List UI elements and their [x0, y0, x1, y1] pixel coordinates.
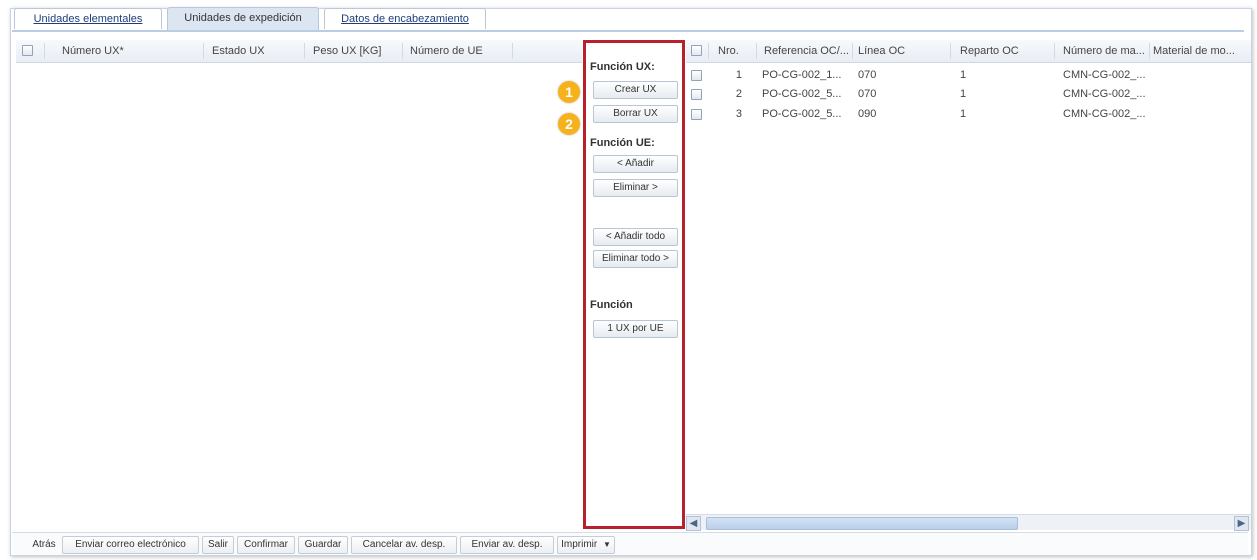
cell-reparto: 1: [960, 108, 967, 120]
cell-linea: 070: [858, 88, 877, 100]
scroll-left-icon[interactable]: ◀: [686, 516, 701, 531]
cancelar-aviso-button[interactable]: Cancelar av. desp.: [351, 536, 457, 554]
function-title: Función: [590, 299, 633, 311]
atras-button[interactable]: Atrás: [28, 536, 60, 554]
cell-nro: 2: [735, 88, 742, 100]
borrar-ux-button[interactable]: Borrar UX: [593, 105, 678, 123]
eliminar-todo-button[interactable]: Eliminar todo >: [593, 250, 678, 268]
right-grid-header: Nro. Referencia OC/... Línea OC Reparto …: [686, 40, 1251, 63]
column-separator: [1149, 43, 1150, 59]
scroll-right-icon[interactable]: ▶: [1234, 516, 1249, 531]
column-separator: [402, 43, 403, 59]
step-marker-1: 1: [558, 81, 580, 103]
ue-function-title: Función UE:: [590, 137, 655, 149]
cell-material: CMN-CG-002_...: [1063, 88, 1146, 100]
column-separator: [756, 43, 757, 59]
table-row[interactable]: 2 PO-CG-002_5... 070 1 CMN-CG-002_...: [686, 85, 1251, 104]
column-estado-ux[interactable]: Estado UX: [212, 40, 302, 62]
una-ux-por-ue-button[interactable]: 1 UX por UE: [593, 320, 678, 338]
cell-nro: 1: [735, 69, 742, 81]
row-checkbox[interactable]: [691, 70, 702, 81]
enviar-correo-button[interactable]: Enviar correo electrónico: [62, 536, 199, 554]
column-referencia-oc[interactable]: Referencia OC/...: [764, 40, 850, 62]
cell-material: CMN-CG-002_...: [1063, 69, 1146, 81]
table-row[interactable]: 3 PO-CG-002_5... 090 1 CMN-CG-002_...: [686, 105, 1251, 124]
confirmar-button[interactable]: Confirmar: [237, 536, 295, 554]
tab-unidades-elementales[interactable]: Unidades elementales: [14, 8, 162, 29]
column-reparto-oc[interactable]: Reparto OC: [960, 40, 1050, 62]
column-nro[interactable]: Nro.: [718, 40, 754, 62]
bottom-toolbar: Atrás Enviar correo electrónico Salir Co…: [12, 532, 1248, 555]
imprimir-label: Imprimir: [561, 539, 598, 550]
cell-linea: 090: [858, 108, 877, 120]
column-separator: [44, 43, 45, 59]
column-separator: [950, 43, 951, 59]
salir-button[interactable]: Salir: [202, 536, 234, 554]
cell-linea: 070: [858, 69, 877, 81]
anadir-todo-button[interactable]: < Añadir todo: [593, 228, 678, 246]
tab-datos-encabezamiento[interactable]: Datos de encabezamiento: [324, 8, 486, 29]
scroll-thumb[interactable]: [706, 517, 1018, 530]
imprimir-dropdown[interactable]: Imprimir ▼: [557, 536, 615, 554]
guardar-button[interactable]: Guardar: [298, 536, 348, 554]
cell-referencia: PO-CG-002_1...: [762, 69, 842, 81]
cell-reparto: 1: [960, 69, 967, 81]
column-numero-ux[interactable]: Número UX*: [62, 40, 202, 62]
left-grid-body: [16, 63, 582, 529]
column-linea-oc[interactable]: Línea OC: [858, 40, 938, 62]
tab-unidades-expedicion[interactable]: Unidades de expedición: [167, 7, 319, 30]
horizontal-scrollbar[interactable]: ◀ ▶: [686, 514, 1251, 531]
column-numero-ue[interactable]: Número de UE: [410, 40, 510, 62]
cell-nro: 3: [735, 108, 742, 120]
ux-function-title: Función UX:: [590, 61, 655, 73]
eliminar-button[interactable]: Eliminar >: [593, 179, 678, 197]
column-separator: [203, 43, 204, 59]
row-checkbox[interactable]: [691, 89, 702, 100]
cell-referencia: PO-CG-002_5...: [762, 108, 842, 120]
select-all-checkbox[interactable]: [22, 45, 33, 56]
function-panel: Función UX: Crear UX Borrar UX Función U…: [583, 40, 685, 529]
table-row[interactable]: 1 PO-CG-002_1... 070 1 CMN-CG-002_...: [686, 66, 1251, 85]
tab-strip: [12, 30, 1244, 32]
column-material-modelo[interactable]: Material de mo...: [1153, 40, 1243, 62]
select-all-checkbox[interactable]: [691, 45, 702, 56]
column-separator: [852, 43, 853, 59]
column-peso-ux[interactable]: Peso UX [KG]: [313, 40, 399, 62]
caret-down-icon: ▼: [602, 540, 611, 549]
cell-referencia: PO-CG-002_5...: [762, 88, 842, 100]
enviar-aviso-button[interactable]: Enviar av. desp.: [460, 536, 554, 554]
cell-reparto: 1: [960, 88, 967, 100]
column-separator: [1054, 43, 1055, 59]
column-separator: [512, 43, 513, 59]
left-grid-header: Número UX* Estado UX Peso UX [KG] Número…: [16, 40, 582, 63]
column-numero-material[interactable]: Número de ma...: [1063, 40, 1147, 62]
anadir-button[interactable]: < Añadir: [593, 155, 678, 173]
crear-ux-button[interactable]: Crear UX: [593, 81, 678, 99]
cell-material: CMN-CG-002_...: [1063, 108, 1146, 120]
column-separator: [708, 43, 709, 59]
step-marker-2: 2: [558, 113, 580, 135]
row-checkbox[interactable]: [691, 109, 702, 120]
column-separator: [304, 43, 305, 59]
